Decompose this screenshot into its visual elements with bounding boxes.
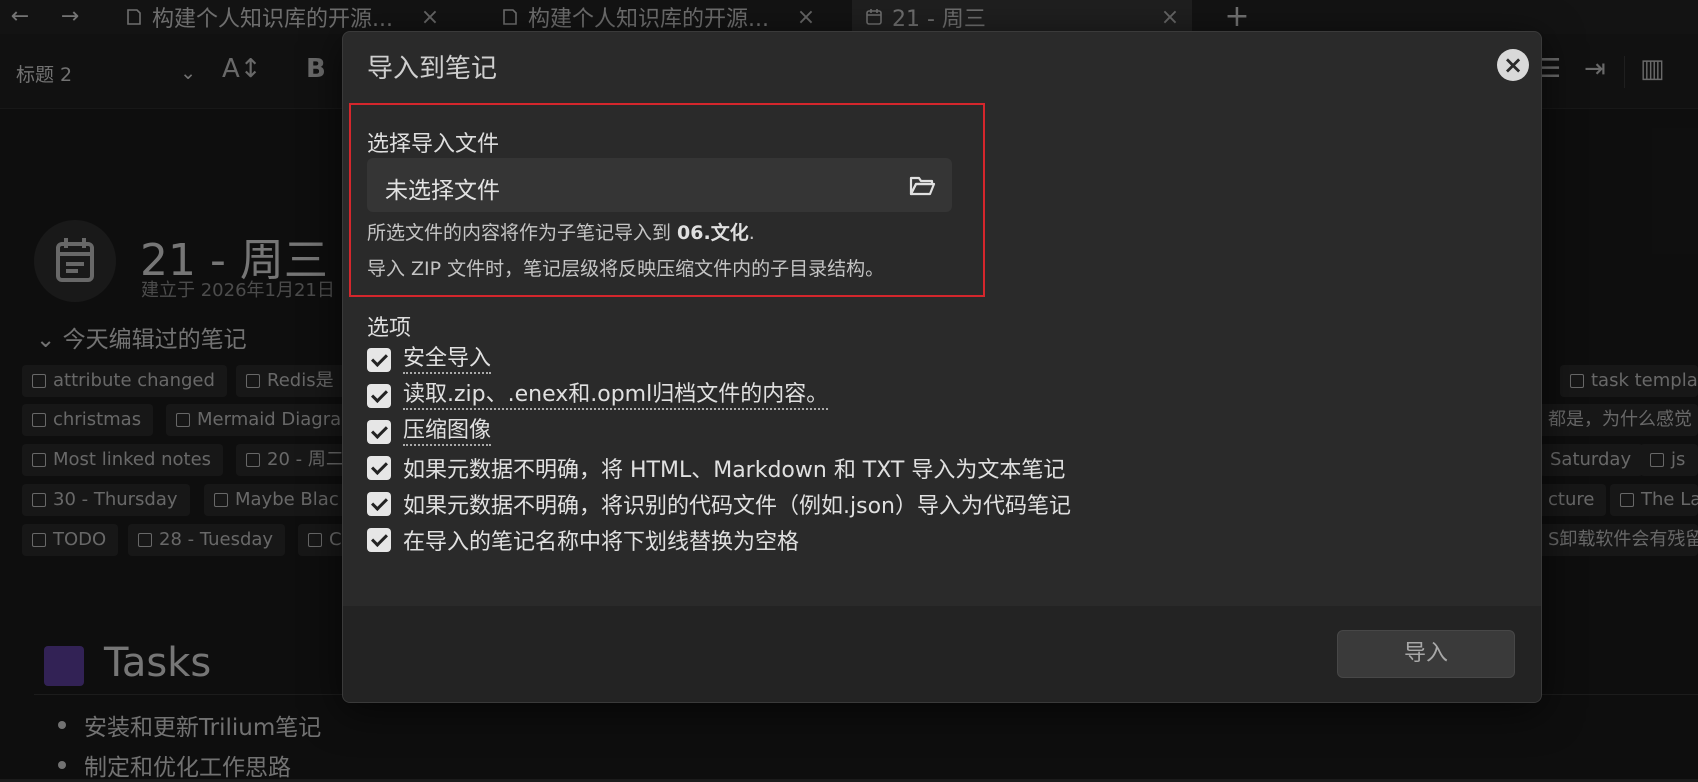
help-text-zip: 导入 ZIP 文件时，笔记层级将反映压缩文件内的子目录结构。 [367,258,885,280]
file-input[interactable]: 未选择文件 [367,158,952,212]
checkbox-checked[interactable] [367,420,391,444]
checkbox-checked[interactable] [367,384,391,408]
options-label: 选项 [367,316,412,341]
option-label: 安全导入 [403,346,492,374]
checkbox-checked[interactable] [367,456,391,480]
option-read-archives[interactable]: 读取.zip、.enex和.opml归档文件的内容。 [367,382,829,410]
checkbox-checked[interactable] [367,492,391,516]
option-label: 在导入的笔记名称中将下划线替换为空格 [403,530,800,555]
close-icon[interactable]: × [1497,49,1529,81]
target-note-name: 06.文化 [677,222,749,244]
option-text-import[interactable]: 如果元数据不明确，将 HTML、Markdown 和 TXT 导入为文本笔记 [367,454,1066,483]
option-label: 如果元数据不明确，将识别的代码文件（例如.json）导入为代码笔记 [403,494,1071,519]
import-dialog: 导入到笔记 × 选择导入文件 未选择文件 所选文件的内容将作为子笔记导入到 06… [342,31,1542,703]
option-label: 压缩图像 [403,418,492,446]
checkbox-checked[interactable] [367,528,391,552]
file-input-value: 未选择文件 [385,178,500,204]
option-shrink-images[interactable]: 压缩图像 [367,418,492,446]
help-text-destination: 所选文件的内容将作为子笔记导入到 06.文化. [367,222,755,244]
option-replace-underscores[interactable]: 在导入的笔记名称中将下划线替换为空格 [367,526,800,555]
option-safe-import[interactable]: 安全导入 [367,346,492,374]
dialog-footer: 导入 [343,606,1541,702]
folder-open-icon [909,176,936,196]
file-section-label: 选择导入文件 [367,132,500,157]
option-code-import[interactable]: 如果元数据不明确，将识别的代码文件（例如.json）导入为代码笔记 [367,490,1071,519]
checkbox-checked[interactable] [367,348,391,372]
option-label: 如果元数据不明确，将 HTML、Markdown 和 TXT 导入为文本笔记 [403,458,1066,483]
dialog-title: 导入到笔记 [367,54,498,84]
option-label: 读取.zip、.enex和.opml归档文件的内容。 [403,382,829,410]
import-button[interactable]: 导入 [1337,630,1515,678]
